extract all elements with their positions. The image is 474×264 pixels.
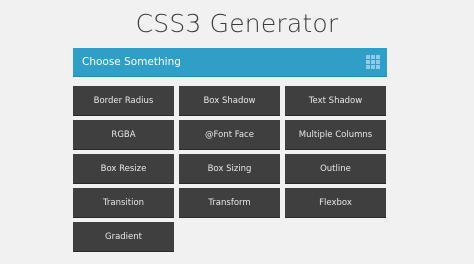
choose-something-dropdown[interactable]: Choose Something bbox=[73, 48, 387, 77]
border-radius-button[interactable]: Border Radius bbox=[73, 86, 174, 116]
gradient-button[interactable]: Gradient bbox=[73, 222, 174, 252]
generator-button-grid: Border Radius Box Shadow Text Shadow RGB… bbox=[73, 86, 387, 252]
outline-button[interactable]: Outline bbox=[285, 154, 386, 184]
box-sizing-button[interactable]: Box Sizing bbox=[179, 154, 280, 184]
flexbox-button[interactable]: Flexbox bbox=[285, 188, 386, 218]
grid-icon bbox=[366, 55, 380, 69]
page-title: CSS3 Generator bbox=[135, 9, 339, 38]
transform-button[interactable]: Transform bbox=[179, 188, 280, 218]
font-face-button[interactable]: @Font Face bbox=[179, 120, 280, 150]
dropdown-label: Choose Something bbox=[82, 56, 181, 68]
box-resize-button[interactable]: Box Resize bbox=[73, 154, 174, 184]
transition-button[interactable]: Transition bbox=[73, 188, 174, 218]
text-shadow-button[interactable]: Text Shadow bbox=[285, 86, 386, 116]
box-shadow-button[interactable]: Box Shadow bbox=[179, 86, 280, 116]
multiple-columns-button[interactable]: Multiple Columns bbox=[285, 120, 386, 150]
rgba-button[interactable]: RGBA bbox=[73, 120, 174, 150]
